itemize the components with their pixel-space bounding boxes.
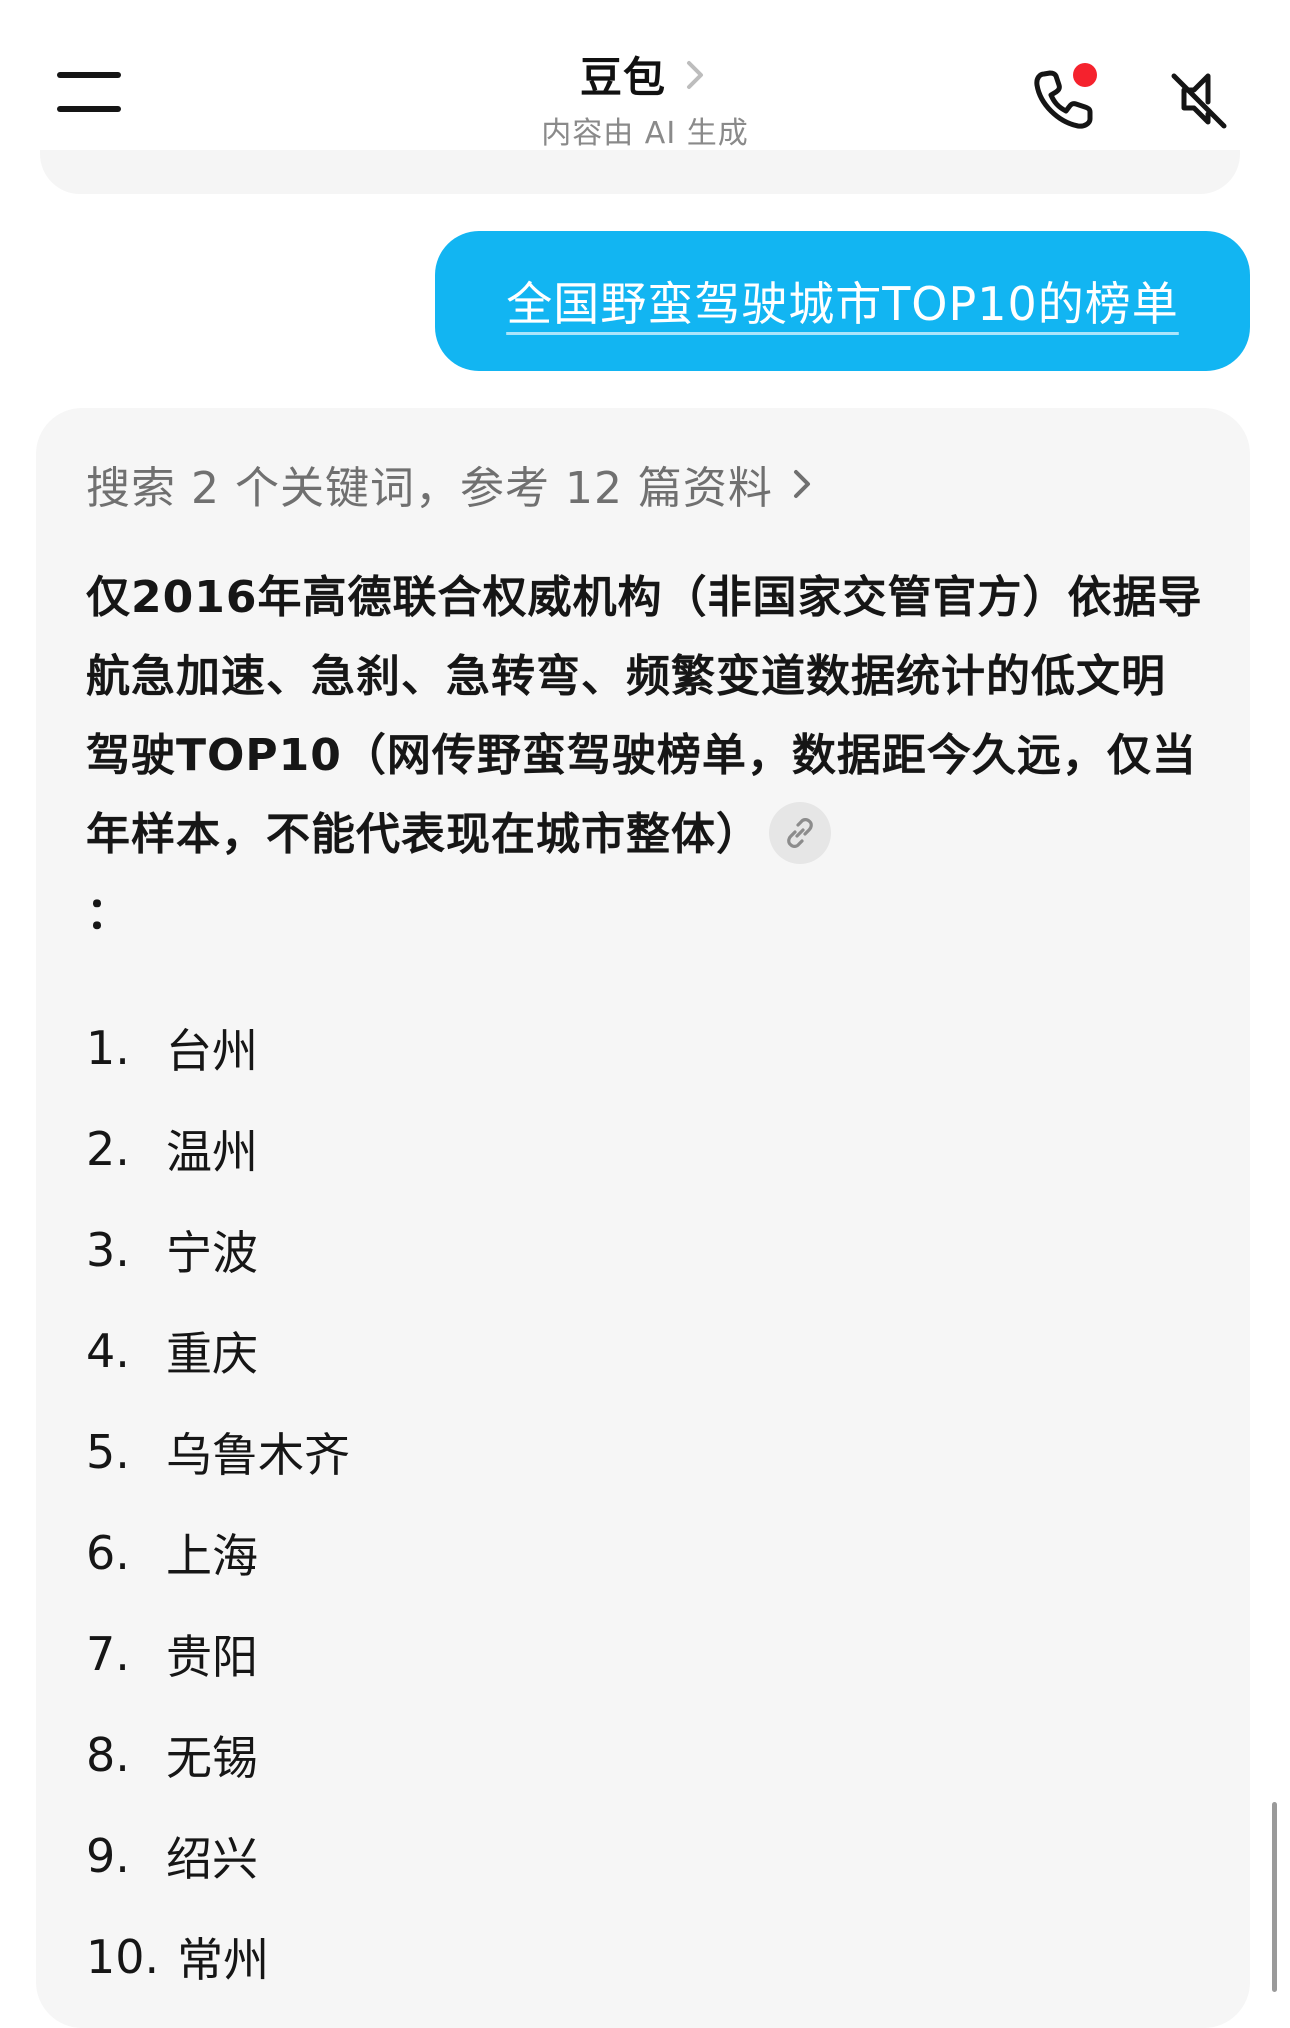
city-name: 乌鲁木齐 [166,1427,350,1482]
search-references-button[interactable]: 搜索 2 个关键词，参考 12 篇资料 [86,452,815,516]
scrollbar-thumb[interactable] [1272,1802,1277,1992]
list-item: 5. 乌鲁木齐 [86,1401,350,1502]
list-item: 3. 宁波 [86,1199,350,1300]
city-name: 贵阳 [166,1629,258,1684]
chevron-right-icon [793,470,810,498]
answer-intro-paragraph: 仅2016年高德联合权威机构（非国家交管官方）依据导航急加速、急刹、急转弯、频繁… [86,558,1206,953]
source-link-button[interactable] [769,802,831,864]
rank-number: 2. [86,1121,130,1176]
link-icon [787,818,813,848]
list-item: 1. 台州 [86,997,350,1098]
list-item: 2. 温州 [86,1098,350,1199]
user-message-bubble[interactable]: 全国野蛮驾驶城市TOP10的榜单 [435,231,1250,371]
answer-intro-text: 仅2016年高德联合权威机构（非国家交管官方）依据导航急加速、急刹、急转弯、频繁… [86,572,1203,860]
previous-message-edge [40,150,1240,194]
rank-number: 1. [86,1020,130,1075]
list-item: 4. 重庆 [86,1300,350,1401]
city-name: 无锡 [166,1730,258,1785]
list-item: 10. 常州 [86,1906,350,2007]
bot-name: 豆包 [579,53,666,102]
city-name: 台州 [166,1023,258,1078]
chevron-right-icon [687,60,703,89]
rank-number: 10. [86,1929,160,1984]
list-item: 6. 上海 [86,1502,350,1603]
answer-intro-colon: ： [86,888,131,939]
rank-number: 7. [86,1626,130,1681]
rank-number: 4. [86,1323,130,1378]
list-item: 7. 贵阳 [86,1603,350,1704]
city-name: 上海 [166,1528,258,1583]
search-summary-text: 搜索 2 个关键词，参考 12 篇资料 [86,463,773,514]
city-name: 重庆 [166,1326,258,1381]
rank-number: 9. [86,1828,130,1883]
city-name: 宁波 [166,1225,258,1280]
rank-number: 3. [86,1222,130,1277]
city-name: 温州 [166,1124,258,1179]
speaker-mute-icon[interactable] [1164,64,1234,134]
list-item: 9. 绍兴 [86,1805,350,1906]
list-item: 8. 无锡 [86,1704,350,1805]
city-ranking-list: 1. 台州 2. 温州 3. 宁波 4. 重庆 5. 乌鲁木齐 6. 上海 7. 贵阳 8. 无… [86,997,350,2007]
city-name: 常州 [177,1932,270,1987]
rank-number: 6. [86,1525,130,1580]
bot-title-button[interactable]: 豆包 [580,44,710,105]
notification-dot [1073,63,1097,87]
rank-number: 8. [86,1727,130,1782]
top-bar: 豆包 内容由 AI 生成 [0,0,1290,165]
city-name: 绍兴 [166,1831,258,1886]
rank-number: 5. [86,1424,130,1479]
user-message-text: 全国野蛮驾驶城市TOP10的榜单 [506,277,1179,331]
